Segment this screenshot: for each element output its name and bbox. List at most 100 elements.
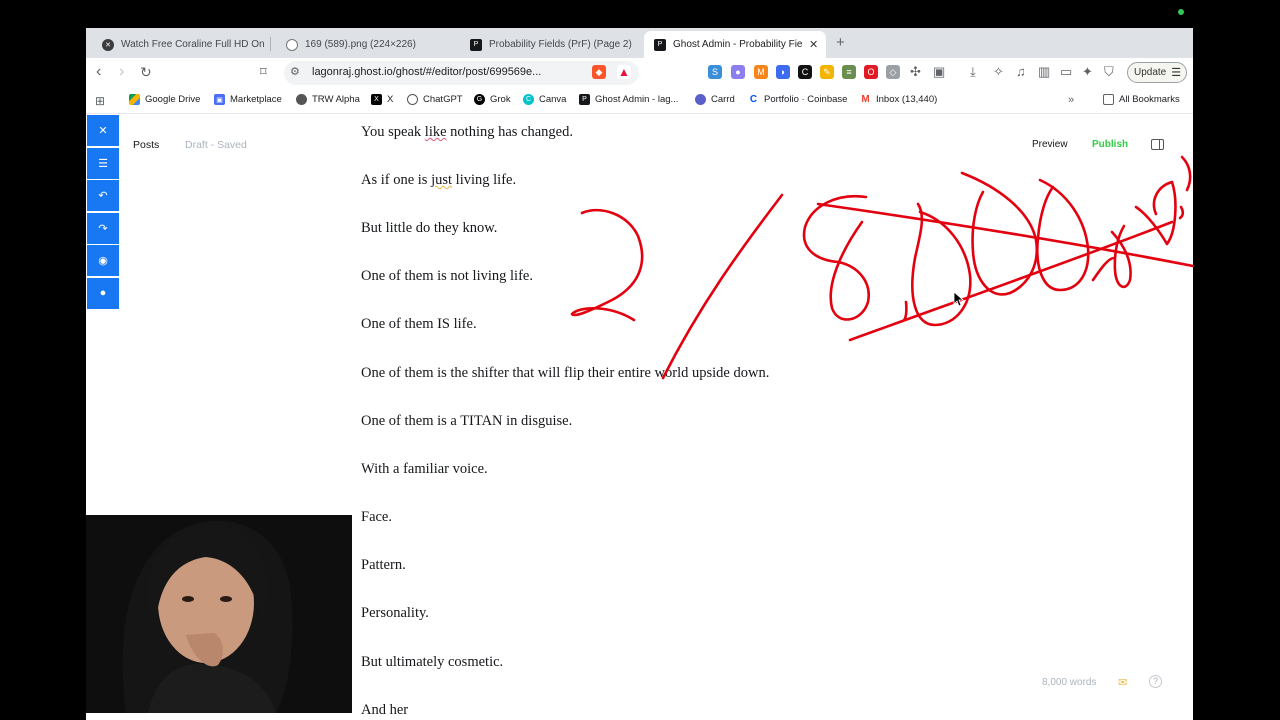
brave-rewards-icon[interactable]: ▲ (617, 65, 631, 79)
paragraph[interactable]: One of them is a TITAN in disguise. (361, 413, 572, 430)
vpn-shield-icon[interactable]: ⛉ (1104, 64, 1114, 80)
x-circle-icon: ✕ (102, 38, 114, 51)
webcam-overlay (86, 515, 352, 713)
bookmark-canva[interactable]: C Canva (523, 94, 566, 105)
metamask-icon[interactable]: M (754, 65, 768, 79)
extension-phantom-icon[interactable]: ● (731, 65, 745, 79)
apps-grid-icon[interactable]: ⊞ (95, 94, 105, 108)
publish-button[interactable]: Publish (1092, 139, 1128, 150)
screenshot-icon[interactable]: ▣ (933, 64, 945, 80)
new-tab-button[interactable]: + (836, 34, 845, 51)
paragraph[interactable]: With a familiar voice. (361, 461, 488, 478)
tab-strip: ✕ Watch Free Coraline Full HD Online 169… (86, 28, 1193, 58)
brave-shield-icon[interactable]: ◆ (592, 65, 606, 79)
download-icon[interactable]: ⤓ (970, 64, 976, 80)
globe-icon (286, 38, 298, 51)
undo-icon[interactable]: ↶ (87, 180, 119, 211)
highlighter-icon[interactable]: ✎ (820, 65, 834, 79)
paragraph-text: living life. (452, 172, 517, 188)
menu-icon: ☰ (1171, 67, 1182, 79)
tab-coraline[interactable]: ✕ Watch Free Coraline Full HD Online (92, 31, 264, 58)
bookmark-carrd[interactable]: Carrd (695, 94, 735, 105)
paragraph[interactable]: And her (361, 702, 408, 719)
gmail-icon: M (860, 94, 871, 105)
music-icon[interactable]: ♫ (1016, 64, 1026, 79)
sparkle-icon[interactable]: ✦ (1082, 64, 1093, 80)
address-bar[interactable]: ⚙ lagonraj.ghost.io/ghost/#/editor/post/… (284, 61, 639, 85)
paragraph[interactable]: One of them is not living life. (361, 268, 533, 285)
bookmark-google-drive[interactable]: Google Drive (129, 94, 200, 105)
forward-button[interactable]: › (119, 63, 124, 81)
ghost-icon: P (654, 38, 666, 51)
help-icon[interactable]: ? (1149, 675, 1162, 688)
browser-toolbar: ‹ › ↻ ⌑ ⚙ lagonraj.ghost.io/ghost/#/edit… (86, 58, 1193, 88)
tab-probability-fields[interactable]: P Probability Fields (PrF) (Page 2) (460, 31, 640, 58)
back-button[interactable]: ‹ (96, 63, 101, 81)
grammar-word: just (431, 172, 453, 188)
opera-icon[interactable]: O (864, 65, 878, 79)
carrd-icon (695, 94, 706, 105)
marketplace-icon: ▣ (214, 94, 225, 105)
all-bookmarks[interactable]: All Bookmarks (1103, 94, 1180, 105)
bookmark-x[interactable]: X X (371, 94, 393, 105)
site-settings-icon[interactable]: ⚙ (290, 65, 300, 78)
ghost-icon: P (470, 38, 482, 51)
extension-screen-icon[interactable]: S (708, 65, 722, 79)
paragraph[interactable]: One of them IS life. (361, 316, 477, 333)
bookmark-trw-alpha[interactable]: TRW Alpha (296, 94, 360, 105)
clear-ink-icon[interactable]: ● (87, 277, 119, 309)
tab-ghost-admin[interactable]: P Ghost Admin - Probability Fields ✕ (644, 31, 826, 58)
wallet-icon[interactable]: ▭ (1060, 64, 1072, 80)
trw-icon (296, 94, 307, 105)
paragraph[interactable]: One of them is the shifter that will fli… (361, 365, 769, 382)
pen-settings-icon[interactable]: ☰ (87, 147, 119, 179)
paragraph[interactable]: As if one is just living life. (361, 172, 516, 189)
tab-image[interactable]: 169 (589).png (224×226) (276, 31, 456, 58)
spellcheck-word: like (424, 124, 447, 140)
shield-extension-icon[interactable]: ◇ (886, 65, 900, 79)
update-button[interactable]: Update ☰ (1127, 62, 1187, 83)
extensions-icon[interactable]: ✣ (910, 64, 921, 80)
extension-stack-icon[interactable]: ≡ (842, 65, 856, 79)
annotation-palette: ✕ ☰ ↶ ↷ ◉ ● (87, 115, 119, 310)
bookmark-chatgpt[interactable]: ChatGPT (407, 94, 463, 105)
paragraph[interactable]: But little do they know. (361, 220, 497, 237)
close-palette-icon[interactable]: ✕ (87, 115, 119, 146)
more-bookmarks-icon[interactable]: » (1068, 94, 1074, 106)
paragraph[interactable]: Personality. (361, 605, 429, 622)
paragraph-text: You speak (361, 124, 425, 140)
bookmarks-bar: ⊞ Google Drive ▣ Marketplace TRW Alpha X… (86, 88, 1193, 114)
camera-icon[interactable]: ◉ (87, 245, 119, 276)
redo-icon[interactable]: ↷ (87, 212, 119, 244)
bookmark-marketplace[interactable]: ▣ Marketplace (214, 94, 282, 105)
x-logo-icon: X (371, 94, 382, 105)
bookmark-inbox[interactable]: M Inbox (13,440) (860, 94, 937, 105)
bookmark-grok[interactable]: G Grok (474, 94, 511, 105)
paragraph-text: nothing has changed. (446, 124, 573, 140)
draft-status: Draft - Saved (185, 139, 247, 151)
paragraph[interactable]: You speak like nothing has changed. (361, 124, 573, 141)
word-count: 8,000 words (1042, 677, 1097, 688)
ghost-icon: P (579, 94, 590, 105)
extension-c-icon[interactable]: C (798, 65, 812, 79)
bookmark-icon[interactable]: ⌑ (260, 63, 267, 81)
folder-icon (1103, 94, 1114, 105)
close-tab-icon[interactable]: ✕ (809, 38, 818, 51)
reload-button[interactable]: ↻ (140, 63, 152, 81)
paragraph[interactable]: Pattern. (361, 557, 406, 574)
chatgpt-icon (407, 94, 418, 105)
email-preview-icon[interactable]: ✉ (1118, 676, 1127, 689)
bookmark-coinbase[interactable]: C Portfolio · Coinbase (748, 94, 847, 105)
grok-icon: G (474, 94, 485, 105)
sidebar-toggle-icon[interactable]: ▥ (1038, 64, 1050, 80)
extension-wallet-icon[interactable]: ◗ (776, 65, 790, 79)
coinbase-icon: C (748, 94, 759, 105)
posts-link[interactable]: Posts (133, 139, 159, 151)
bookmark-ghost-admin[interactable]: P Ghost Admin - lag... (579, 94, 678, 105)
preview-button[interactable]: Preview (1032, 139, 1068, 150)
paragraph[interactable]: Face. (361, 509, 392, 526)
google-drive-icon (129, 94, 140, 105)
leo-icon[interactable]: ✧ (993, 64, 1004, 80)
settings-sidebar-icon[interactable] (1151, 139, 1164, 150)
paragraph[interactable]: But ultimately cosmetic. (361, 654, 503, 671)
